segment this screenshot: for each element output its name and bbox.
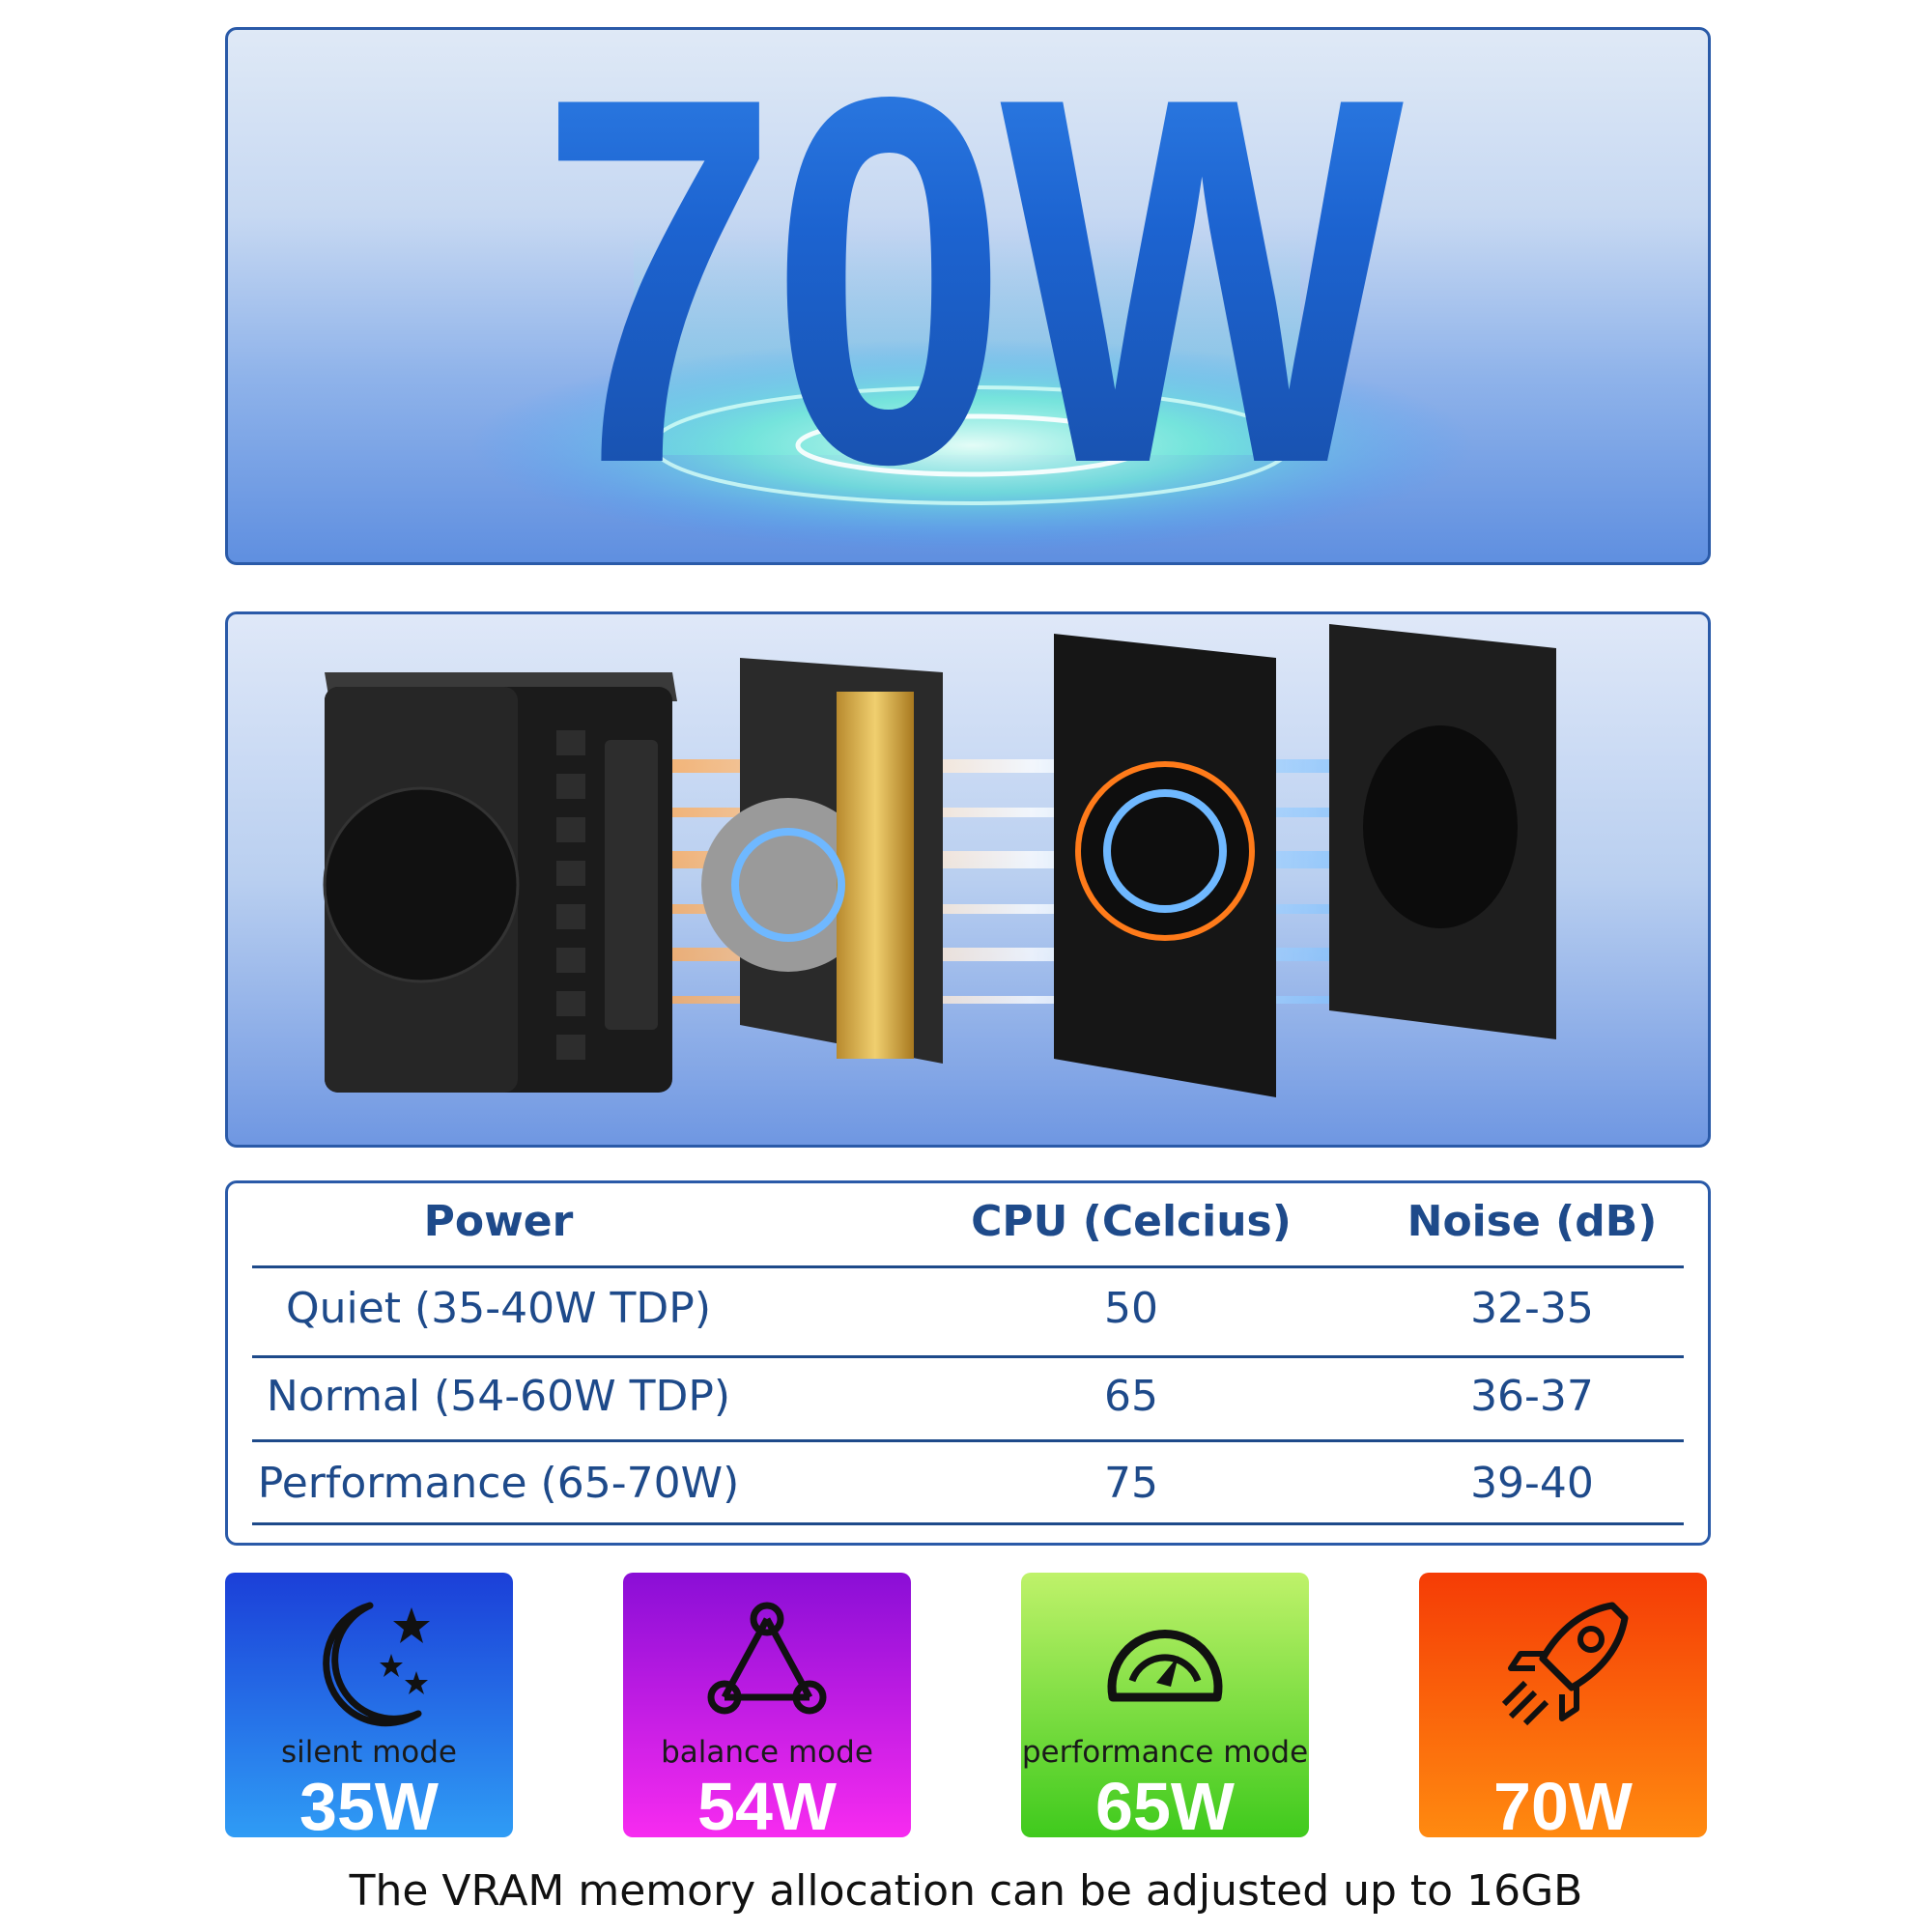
mode-watts: 70W <box>1493 1769 1633 1837</box>
mode-watts: 35W <box>299 1769 439 1837</box>
table-rule <box>252 1439 1684 1442</box>
silent-mode-card: silent mode 35W <box>225 1573 513 1837</box>
row-power: Quiet (35-40W TDP) <box>285 1284 712 1333</box>
caption-text: The VRAM memory allocation can be adjust… <box>349 1866 1583 1916</box>
row-cpu: 65 <box>1104 1372 1158 1421</box>
cooling-fan <box>1054 634 1276 1097</box>
table-rule <box>252 1522 1684 1525</box>
row-power: Performance (65-70W) <box>257 1459 740 1508</box>
row-cpu: 75 <box>1104 1459 1158 1508</box>
row-noise: 32-35 <box>1470 1284 1594 1333</box>
exploded-view-panel <box>225 611 1711 1148</box>
mode-label: performance mode <box>1021 1735 1309 1770</box>
header-noise: Noise (dB) <box>1406 1197 1658 1246</box>
balance-mode-card: balance mode 54W <box>623 1573 911 1837</box>
rocket-icon <box>1501 1602 1629 1726</box>
table-rule <box>252 1355 1684 1358</box>
triangle-nodes-icon <box>707 1602 827 1715</box>
hero-title: 70W <box>361 30 1575 542</box>
performance-mode-card: performance mode 65W <box>1021 1573 1309 1837</box>
row-cpu: 50 <box>1104 1284 1158 1333</box>
mode-label: silent mode <box>280 1735 458 1770</box>
max-power-mode-card: 70W <box>1419 1573 1707 1837</box>
hero-banner: 70W <box>225 27 1711 565</box>
header-cpu: CPU (Celcius) <box>971 1197 1292 1246</box>
gauge-icon <box>1107 1630 1223 1702</box>
exploded-hardware-illustration <box>323 624 1556 1097</box>
row-noise: 39-40 <box>1470 1459 1594 1508</box>
moon-stars-icon <box>323 1602 430 1727</box>
header-power: Power <box>423 1197 574 1246</box>
table-rule <box>252 1265 1684 1268</box>
mode-watts: 65W <box>1095 1769 1235 1837</box>
mode-label: balance mode <box>661 1735 873 1770</box>
mode-watts: 54W <box>697 1769 837 1837</box>
mini-pc-chassis <box>323 672 677 1093</box>
side-panel <box>1329 624 1556 1039</box>
spec-table: Power CPU (Celcius) Noise (dB) Quiet (35… <box>225 1180 1711 1546</box>
row-power: Normal (54-60W TDP) <box>266 1372 731 1421</box>
row-noise: 36-37 <box>1470 1372 1594 1421</box>
